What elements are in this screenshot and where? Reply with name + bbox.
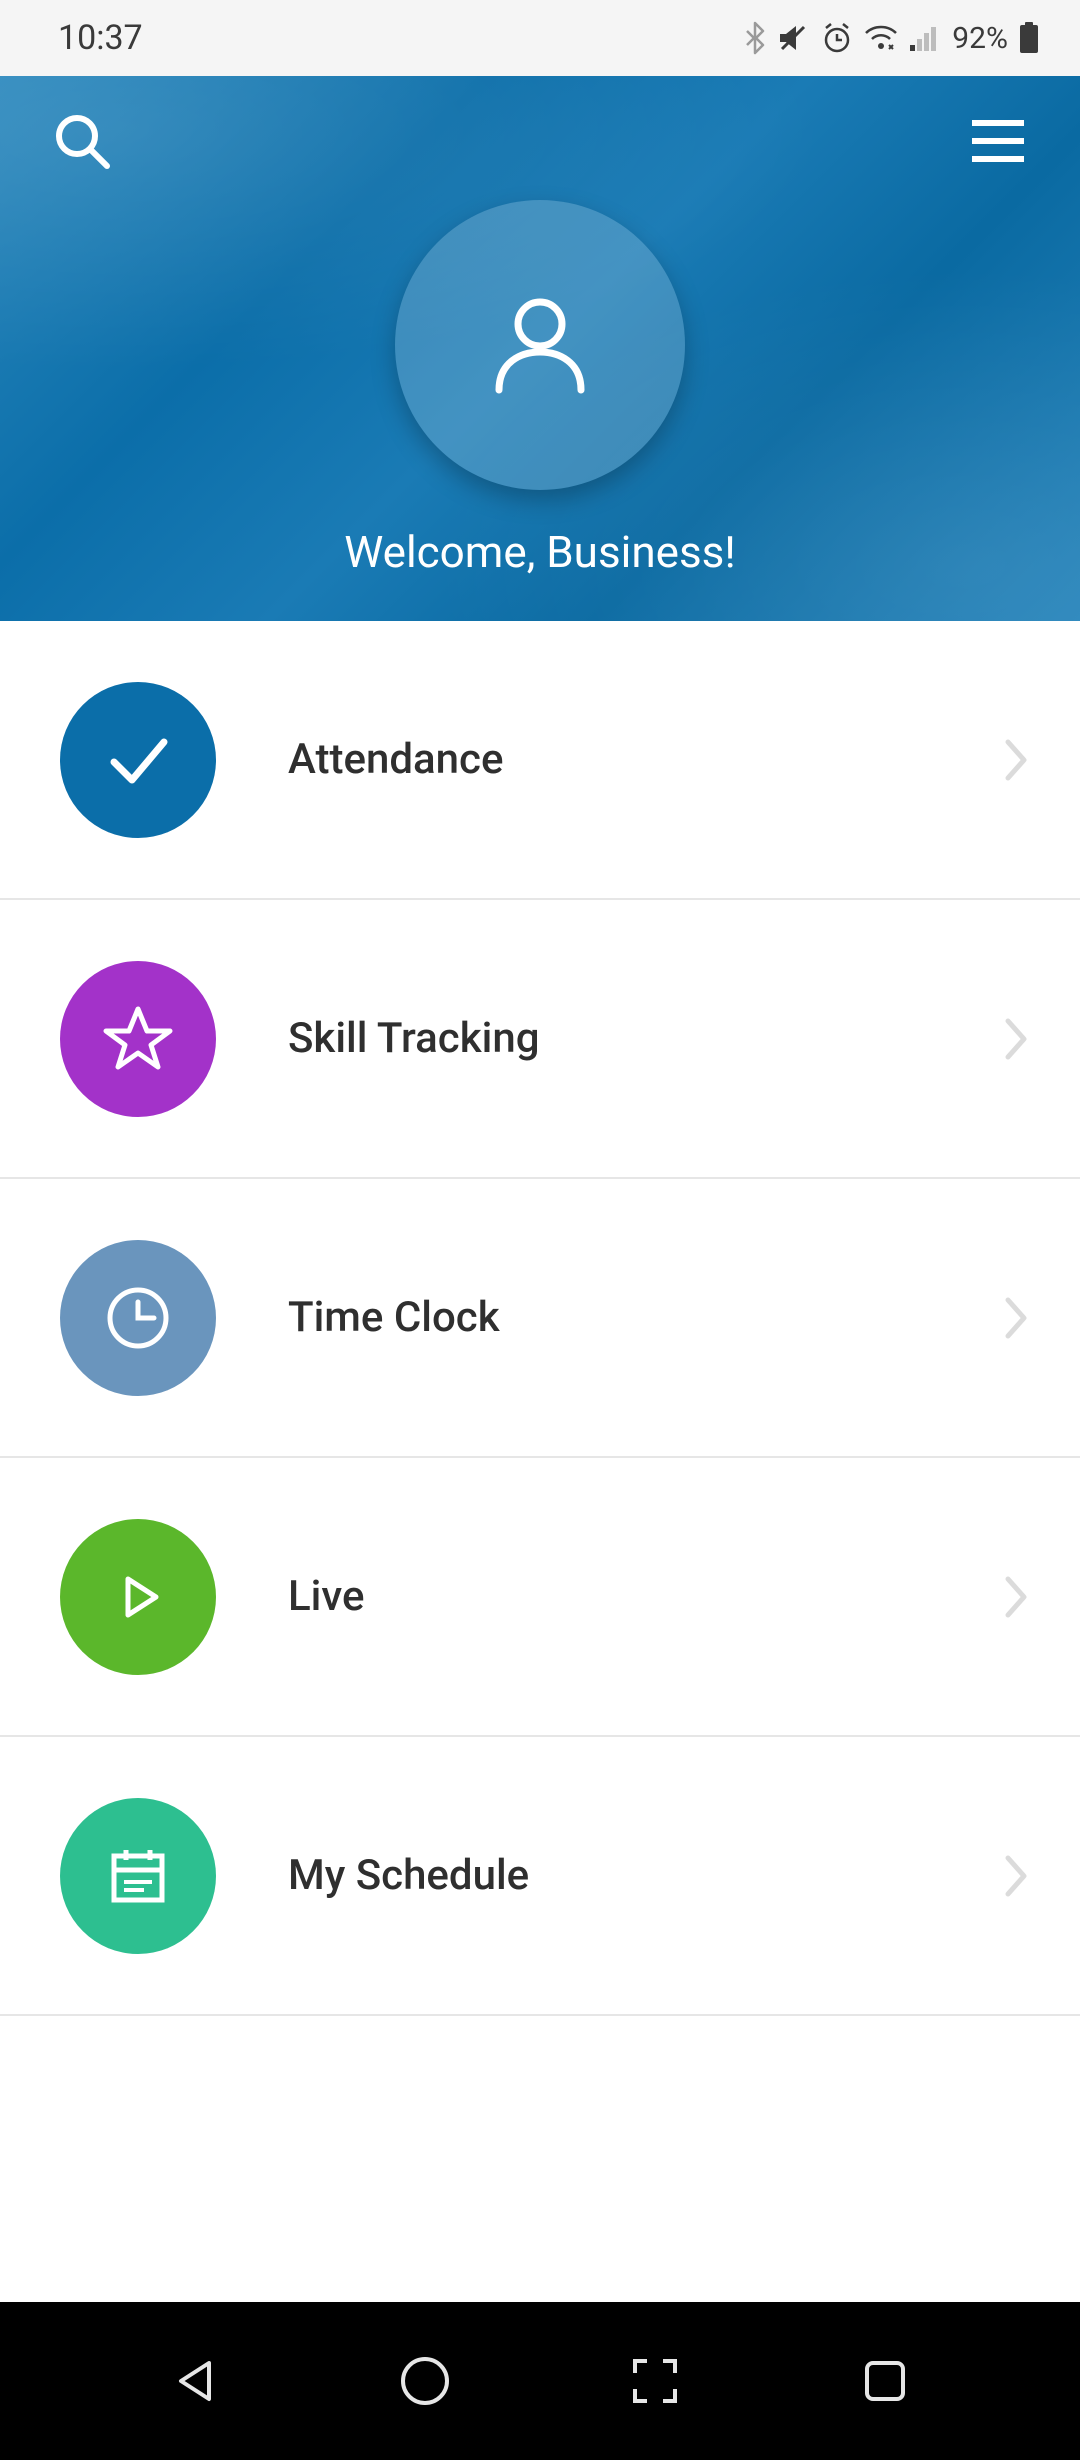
capture-icon: [627, 2353, 683, 2409]
triangle-back-icon: [165, 2351, 225, 2411]
square-recent-icon: [859, 2355, 911, 2407]
nav-home-button[interactable]: [385, 2341, 465, 2421]
avatar-button[interactable]: [395, 200, 685, 490]
menu-item-live[interactable]: Live: [0, 1458, 1080, 1737]
chevron-right-icon: [1002, 1015, 1030, 1063]
search-icon: [51, 110, 113, 172]
menu-item-my-schedule[interactable]: My Schedule: [0, 1737, 1080, 2016]
menu-item-label: Attendance: [288, 735, 1002, 784]
circle-home-icon: [395, 2351, 455, 2411]
person-icon: [485, 290, 595, 400]
header-hero: Welcome, Business!: [0, 76, 1080, 621]
hamburger-icon: [970, 119, 1026, 163]
mute-icon: [776, 21, 810, 55]
bluetooth-icon: [744, 21, 766, 55]
status-time: 10:37: [58, 18, 143, 58]
chevron-right-icon: [1002, 1294, 1030, 1342]
wifi-icon: [864, 23, 898, 53]
system-nav-bar: [0, 2302, 1080, 2460]
menu-item-label: Skill Tracking: [288, 1014, 1002, 1063]
menu-item-label: Live: [288, 1572, 1002, 1621]
menu-item-attendance[interactable]: Attendance: [0, 621, 1080, 900]
menu-list: Attendance Skill Tracking Time Clock Liv…: [0, 621, 1080, 2016]
chevron-right-icon: [1002, 1573, 1030, 1621]
nav-recent-button[interactable]: [845, 2341, 925, 2421]
calendar-icon: [60, 1798, 216, 1954]
check-icon: [60, 682, 216, 838]
clock-icon: [60, 1240, 216, 1396]
alarm-icon: [820, 21, 854, 55]
battery-icon: [1018, 21, 1040, 55]
chevron-right-icon: [1002, 1852, 1030, 1900]
status-bar: 10:37 92%: [0, 0, 1080, 76]
play-icon: [60, 1519, 216, 1675]
hamburger-menu-button[interactable]: [966, 109, 1030, 173]
menu-item-label: Time Clock: [288, 1293, 1002, 1342]
nav-back-button[interactable]: [155, 2341, 235, 2421]
battery-percent: 92%: [952, 21, 1008, 56]
nav-screenshot-button[interactable]: [615, 2341, 695, 2421]
signal-icon: [908, 23, 942, 53]
welcome-text: Welcome, Business!: [344, 526, 736, 578]
status-icons: 92%: [744, 21, 1040, 56]
menu-item-skill-tracking[interactable]: Skill Tracking: [0, 900, 1080, 1179]
menu-item-label: My Schedule: [288, 1851, 1002, 1900]
star-icon: [60, 961, 216, 1117]
menu-item-time-clock[interactable]: Time Clock: [0, 1179, 1080, 1458]
search-button[interactable]: [50, 109, 114, 173]
chevron-right-icon: [1002, 736, 1030, 784]
